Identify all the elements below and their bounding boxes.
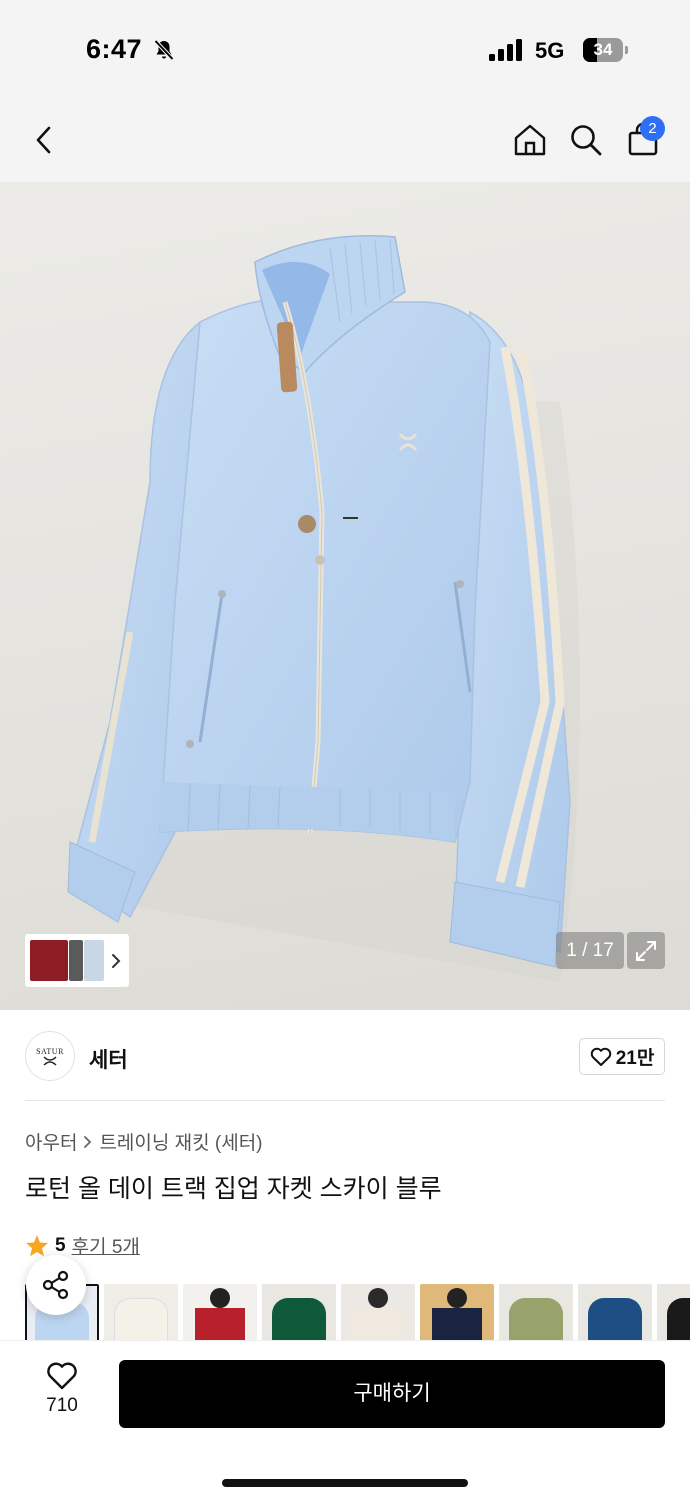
product-image-gallery[interactable]: 1 / 17 <box>0 182 690 1010</box>
swatch-garment <box>588 1298 642 1340</box>
status-time: 6:47 <box>86 34 143 64</box>
thumb-red-jacket <box>30 940 68 981</box>
related-images-thumbnail[interactable] <box>25 934 129 987</box>
reviews-link[interactable]: 후기 5개 <box>72 1232 140 1259</box>
product-title: 로턴 올 데이 트랙 집업 자켓 스카이 블루 <box>25 1175 442 1203</box>
battery-percent: 34 <box>593 40 613 59</box>
swatch-model-head <box>447 1288 467 1308</box>
back-icon <box>36 126 51 154</box>
bottom-action-bar: 710 구매하기 <box>0 1340 690 1500</box>
chevron-right-icon <box>84 1135 92 1148</box>
rating-score: 5 <box>55 1234 66 1256</box>
color-option[interactable] <box>578 1284 652 1340</box>
brand-name[interactable]: 세터 <box>89 1044 128 1074</box>
top-nav <box>0 100 690 182</box>
swatch-garment <box>114 1298 168 1340</box>
color-option[interactable] <box>341 1284 415 1340</box>
brand-logo[interactable]: SATUR <box>25 1031 75 1081</box>
home-icon <box>514 124 546 156</box>
swatch-garment <box>432 1308 482 1340</box>
swatch-garment <box>667 1298 690 1340</box>
swatch-model-head <box>368 1288 388 1308</box>
brand-like-button[interactable]: 21만 <box>579 1038 665 1075</box>
search-button[interactable] <box>562 116 610 164</box>
color-option[interactable] <box>657 1284 690 1340</box>
brand-logo-text: SATUR <box>36 1046 64 1056</box>
wishlist-button[interactable]: 710 <box>30 1361 94 1427</box>
product-image-jacket <box>67 235 580 982</box>
battery-level: 34 <box>583 38 623 62</box>
home-indicator <box>222 1479 468 1487</box>
swatch-garment <box>353 1308 403 1340</box>
back-button[interactable] <box>20 116 68 164</box>
signal-icon <box>489 39 522 61</box>
color-option[interactable] <box>104 1284 178 1340</box>
thumb-blue <box>84 940 104 981</box>
expand-icon <box>636 940 656 961</box>
share-button[interactable] <box>26 1255 86 1315</box>
rating: 5 후기 5개 <box>25 1232 140 1259</box>
swatch-model-head <box>210 1288 230 1308</box>
image-counter: 1 / 17 <box>556 932 624 969</box>
breadcrumb-category[interactable]: 아우터 <box>25 1128 77 1155</box>
chevron-right-icon <box>112 954 121 968</box>
color-option[interactable] <box>183 1284 257 1340</box>
cart-badge: 2 <box>640 116 665 141</box>
product-page: 6:47 5G 34 2 1 / 17 SATUR 세터 21만 아우터 트레이… <box>0 0 690 1500</box>
color-option[interactable] <box>262 1284 336 1340</box>
buy-button[interactable]: 구매하기 <box>119 1360 665 1428</box>
star-icon <box>26 1235 48 1257</box>
breadcrumb-subcategory[interactable]: 트레이닝 재킷 (세터) <box>99 1128 262 1155</box>
thumb-model <box>69 940 83 981</box>
status-bar: 6:47 5G 34 <box>0 0 690 100</box>
expand-button[interactable] <box>627 932 665 969</box>
breadcrumb: 아우터 트레이닝 재킷 (세터) <box>25 1128 263 1155</box>
color-option[interactable] <box>420 1284 494 1340</box>
brand-mark-icon <box>43 1055 57 1066</box>
battery-cap <box>625 46 628 54</box>
share-icon <box>42 1270 69 1300</box>
heart-icon <box>590 1047 611 1066</box>
home-button[interactable] <box>506 116 554 164</box>
search-icon <box>571 125 602 156</box>
network-type: 5G <box>535 38 565 63</box>
heart-icon <box>47 1362 77 1390</box>
swatch-garment <box>195 1308 245 1340</box>
swatch-garment <box>509 1298 563 1340</box>
color-option[interactable] <box>499 1284 573 1340</box>
brand-like-count: 21만 <box>615 1048 655 1069</box>
divider <box>25 1100 665 1101</box>
wishlist-count: 710 <box>46 1395 78 1416</box>
bell-muted-icon <box>154 39 174 61</box>
swatch-garment <box>272 1298 326 1340</box>
color-options <box>25 1284 690 1340</box>
